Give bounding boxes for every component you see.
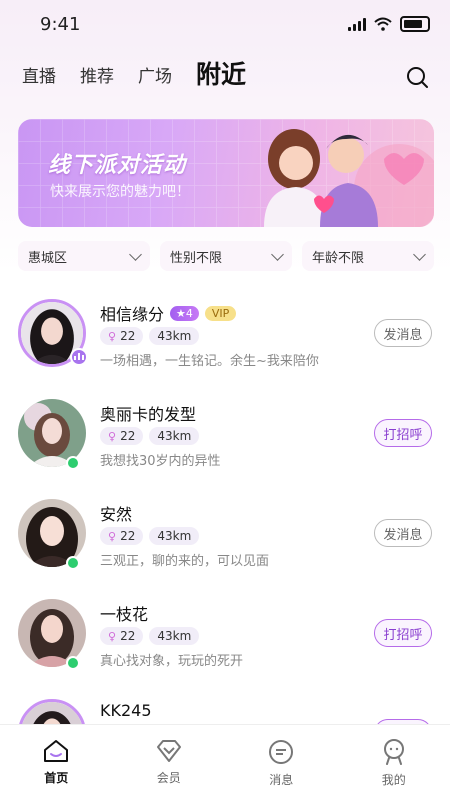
user-name: 安然 xyxy=(100,501,132,525)
user-bio: 一场相遇，一生铭记。余生~我来陪你 xyxy=(100,350,319,369)
user-name-line: 安然 xyxy=(100,501,132,525)
send-message-button[interactable]: 发消息 xyxy=(374,519,432,547)
search-icon[interactable] xyxy=(406,66,428,88)
user-name-line: KK245 xyxy=(100,701,152,720)
user-bio: 三观正，聊的来的，可以见面 xyxy=(100,550,269,569)
user-name: 一枝花 xyxy=(100,601,148,625)
nearby-user-list: 相信缘分 ★4 VIP ♀ 22 43km 一场相遇，一生铭记。余生~我来陪你 发… xyxy=(0,290,450,790)
tab-profile[interactable]: 我的 xyxy=(338,725,450,801)
user-name: 相信缘分 xyxy=(100,301,164,325)
age-tag: ♀ 22 xyxy=(100,627,143,645)
online-indicator xyxy=(66,556,80,570)
top-nav: 直播 推荐 广场 附近 xyxy=(22,62,246,87)
message-icon xyxy=(268,739,294,765)
chevron-down-icon xyxy=(271,248,284,261)
send-message-button[interactable]: 发消息 xyxy=(374,319,432,347)
age-tag: ♀ 22 xyxy=(100,527,143,545)
wifi-icon xyxy=(374,17,392,31)
age-filter-label: 年龄不限 xyxy=(312,247,364,266)
online-indicator xyxy=(66,456,80,470)
distance-tag: 43km xyxy=(149,527,199,545)
user-bio: 我想找30岁内的异性 xyxy=(100,450,221,469)
distance-tag: 43km xyxy=(149,627,199,645)
gender-icon: ♀ xyxy=(108,330,116,343)
signal-icon xyxy=(348,17,366,31)
tab-nearby[interactable]: 附近 xyxy=(196,62,246,87)
user-row[interactable]: 一枝花 ♀ 22 43km 真心找对象，玩玩的死开 打招呼 xyxy=(0,590,450,690)
battery-icon xyxy=(400,16,430,32)
online-indicator xyxy=(66,656,80,670)
vip-badge: VIP xyxy=(205,306,236,321)
tab-messages[interactable]: 消息 xyxy=(225,725,338,801)
level-badge: ★4 xyxy=(170,306,199,321)
status-bar: 9:41 xyxy=(0,0,450,50)
bottom-tab-bar: 首页 会员 消息 我的 xyxy=(0,724,450,801)
live-indicator-icon xyxy=(70,348,88,366)
district-filter-label: 惠城区 xyxy=(28,247,67,266)
chevron-down-icon xyxy=(129,248,142,261)
diamond-icon xyxy=(155,739,183,763)
banner-title: 线下派对活动 xyxy=(48,147,186,179)
tab-home[interactable]: 首页 xyxy=(0,725,113,801)
tab-member-label: 会员 xyxy=(157,769,181,786)
gender-filter-label: 性别不限 xyxy=(170,247,222,266)
district-filter[interactable]: 惠城区 xyxy=(18,241,150,271)
gender-icon: ♀ xyxy=(108,630,116,643)
user-bio: 真心找对象，玩玩的死开 xyxy=(100,650,243,669)
profile-icon xyxy=(382,739,406,765)
age-value: 22 xyxy=(120,529,135,543)
gender-icon: ♀ xyxy=(108,430,116,443)
chevron-down-icon xyxy=(413,248,426,261)
age-tag: ♀ 22 xyxy=(100,327,143,345)
party-banner[interactable]: 线下派对活动 快来展示您的魅力吧！ xyxy=(18,119,434,227)
distance-tag: 43km xyxy=(149,327,199,345)
user-name: 奥丽卡的发型 xyxy=(100,401,196,425)
user-row[interactable]: 安然 ♀ 22 43km 三观正，聊的来的，可以见面 发消息 xyxy=(0,490,450,590)
filter-bar: 惠城区 性别不限 年龄不限 xyxy=(18,241,434,271)
age-tag: ♀ 22 xyxy=(100,427,143,445)
user-name-line: 一枝花 xyxy=(100,601,148,625)
user-tags: ♀ 22 43km xyxy=(100,627,199,645)
age-value: 22 xyxy=(120,629,135,643)
gender-icon: ♀ xyxy=(108,530,116,543)
user-tags: ♀ 22 43km xyxy=(100,327,199,345)
user-row[interactable]: 奥丽卡的发型 ♀ 22 43km 我想找30岁内的异性 打招呼 xyxy=(0,390,450,490)
age-value: 22 xyxy=(120,429,135,443)
tab-square[interactable]: 广场 xyxy=(138,62,172,87)
tab-messages-label: 消息 xyxy=(269,771,293,788)
user-name: KK245 xyxy=(100,701,152,720)
age-filter[interactable]: 年龄不限 xyxy=(302,241,434,271)
tab-recommend[interactable]: 推荐 xyxy=(80,62,114,87)
tab-home-label: 首页 xyxy=(44,769,68,786)
distance-tag: 43km xyxy=(149,427,199,445)
age-value: 22 xyxy=(120,329,135,343)
greet-button[interactable]: 打招呼 xyxy=(374,419,432,447)
home-icon xyxy=(43,739,69,763)
user-tags: ♀ 22 43km xyxy=(100,427,199,445)
user-name-line: 相信缘分 ★4 VIP xyxy=(100,301,236,325)
status-time: 9:41 xyxy=(40,14,80,35)
tab-member[interactable]: 会员 xyxy=(113,725,226,801)
couple-illustration xyxy=(234,119,434,227)
gender-filter[interactable]: 性别不限 xyxy=(160,241,292,271)
user-tags: ♀ 22 43km xyxy=(100,527,199,545)
user-row[interactable]: 相信缘分 ★4 VIP ♀ 22 43km 一场相遇，一生铭记。余生~我来陪你 发… xyxy=(0,290,450,390)
greet-button[interactable]: 打招呼 xyxy=(374,619,432,647)
tab-live[interactable]: 直播 xyxy=(22,62,56,87)
status-icons xyxy=(348,16,430,32)
user-name-line: 奥丽卡的发型 xyxy=(100,401,196,425)
tab-profile-label: 我的 xyxy=(382,771,406,788)
banner-subtitle: 快来展示您的魅力吧！ xyxy=(50,181,190,201)
